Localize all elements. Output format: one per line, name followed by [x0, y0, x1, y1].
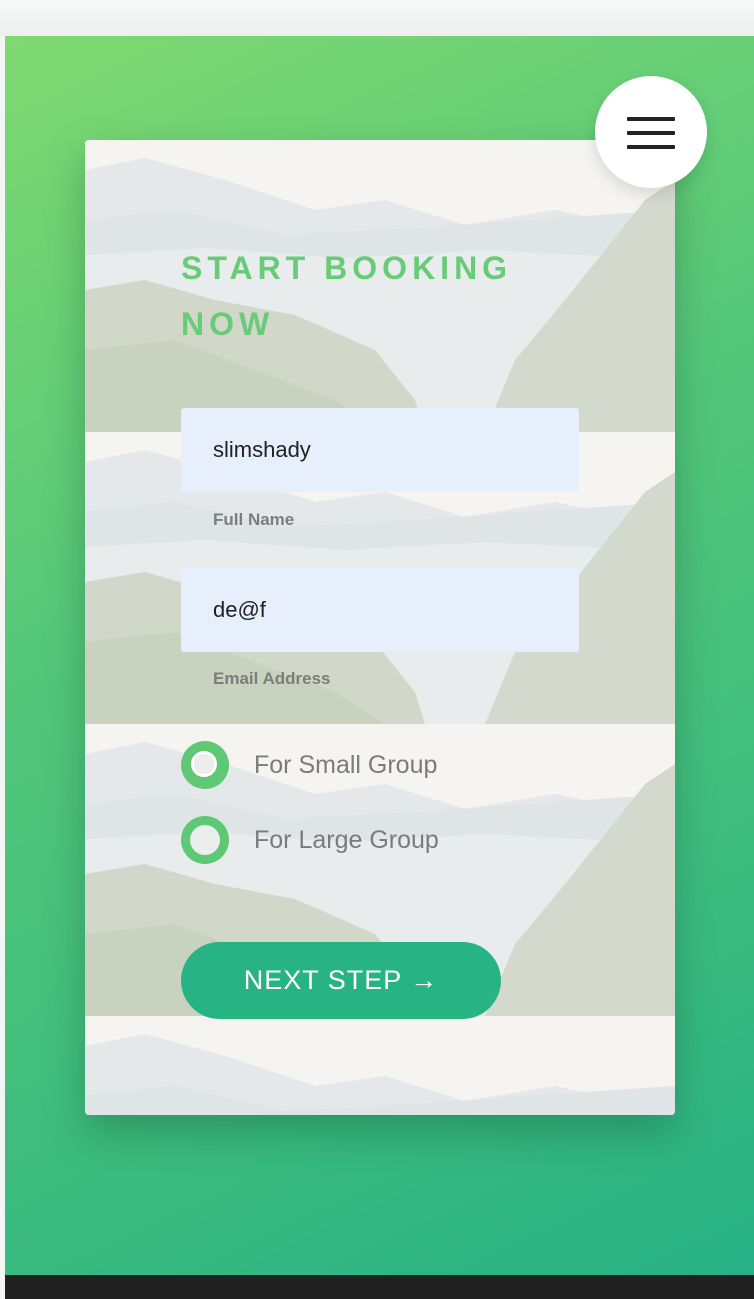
- email-label: Email Address: [213, 669, 331, 688]
- radio-label[interactable]: For Large Group: [254, 826, 439, 855]
- radio-option-small-group[interactable]: For Small Group: [181, 741, 437, 789]
- hamburger-menu-icon: [627, 131, 675, 135]
- booking-card: START BOOKING NOW slimshady Full Name de…: [85, 140, 675, 1115]
- hamburger-menu-icon: [627, 145, 675, 149]
- email-input[interactable]: de@f: [181, 568, 579, 652]
- booking-form: START BOOKING NOW slimshady Full Name de…: [85, 140, 675, 1115]
- bottom-bar: [5, 1275, 754, 1299]
- radio-label[interactable]: For Small Group: [254, 751, 437, 780]
- full-name-label: Full Name: [213, 510, 295, 529]
- radio-checked-icon[interactable]: [181, 741, 229, 789]
- radio-unchecked-icon[interactable]: [181, 816, 229, 864]
- browser-top-strip: [0, 0, 754, 36]
- hamburger-menu-button[interactable]: [595, 76, 707, 188]
- full-name-input[interactable]: slimshady: [181, 408, 579, 492]
- next-step-button[interactable]: NEXT STEP →: [181, 942, 501, 1019]
- hamburger-menu-icon: [627, 117, 675, 121]
- form-title: START BOOKING NOW: [181, 250, 513, 342]
- radio-option-large-group[interactable]: For Large Group: [181, 816, 439, 864]
